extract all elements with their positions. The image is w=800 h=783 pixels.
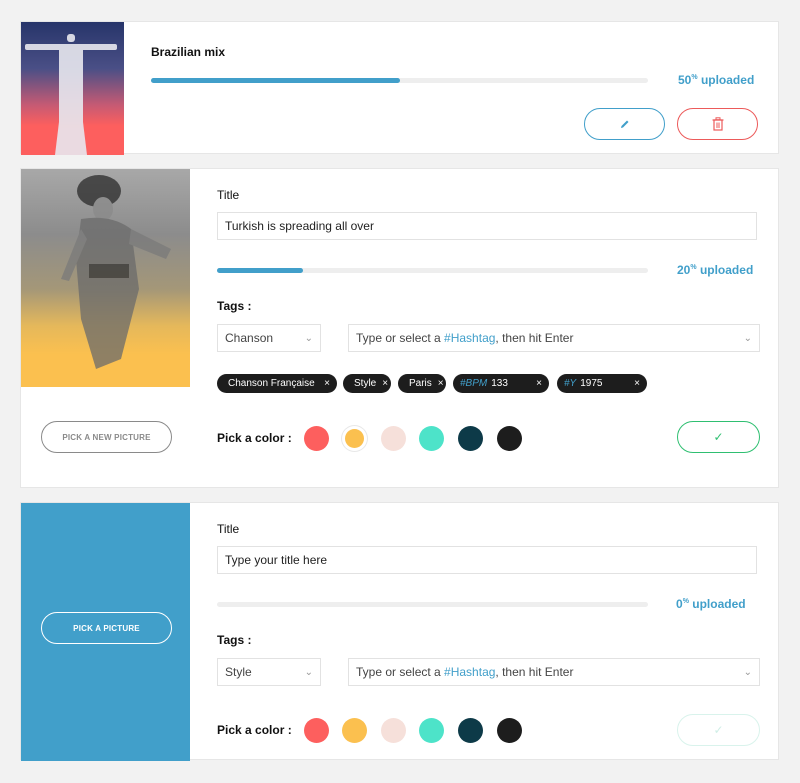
hashtag-placeholder: Type or select a #Hashtag, then hit Ente…	[356, 331, 574, 345]
color-swatch[interactable]	[345, 428, 365, 448]
upload-progress-bar	[217, 602, 648, 607]
remove-tag-icon[interactable]: ×	[324, 378, 330, 389]
upload-percent-text: 20% uploaded	[677, 263, 754, 277]
cover-image-christ-redeemer	[21, 22, 124, 155]
pick-color-label: Pick a color :	[217, 431, 292, 445]
upload-card-brazilian-mix: Brazilian mix 50% uploaded	[20, 21, 779, 155]
upload-percent-text: 0% uploaded	[676, 597, 746, 611]
delete-button[interactable]	[677, 108, 758, 140]
remove-tag-icon[interactable]: ×	[634, 378, 640, 389]
track-title: Brazilian mix	[151, 45, 226, 59]
tag-label: #BPM 133	[460, 378, 508, 389]
tags-label: Tags :	[217, 633, 252, 647]
category-value: Style	[225, 665, 252, 679]
chevron-down-icon: ⌄	[304, 332, 313, 344]
hashtag-input[interactable]: Type or select a #Hashtag, then hit Ente…	[348, 324, 760, 352]
tag-chip[interactable]: #Y 1975 ×	[557, 374, 647, 393]
pick-new-picture-button[interactable]: PICK A NEW PICTURE	[41, 421, 172, 453]
pick-picture-button[interactable]: PICK A PICTURE	[41, 612, 172, 644]
upload-percent-text: 50% uploaded	[678, 73, 755, 87]
edit-button[interactable]	[584, 108, 665, 140]
tag-chip[interactable]: Style ×	[343, 374, 391, 393]
color-swatch[interactable]	[496, 425, 522, 451]
color-swatch[interactable]	[303, 717, 329, 743]
tag-label: #Y 1975	[564, 378, 603, 389]
color-swatch[interactable]	[457, 425, 483, 451]
category-select[interactable]: Chanson ⌄	[217, 324, 321, 352]
tag-chip[interactable]: #BPM 133 ×	[453, 374, 549, 393]
color-swatch[interactable]	[342, 717, 368, 743]
confirm-button-disabled[interactable]: ✓	[677, 714, 760, 746]
hashtag-input[interactable]: Type or select a #Hashtag, then hit Ente…	[348, 658, 760, 686]
tag-chip[interactable]: Paris ×	[398, 374, 446, 393]
trash-icon	[712, 117, 723, 131]
upload-progress-bar	[151, 78, 648, 83]
title-input[interactable]: Turkish is spreading all over	[217, 212, 757, 240]
color-swatch[interactable]	[496, 717, 522, 743]
upload-progress-bar	[217, 268, 648, 273]
chevron-down-icon: ⌄	[743, 332, 752, 344]
title-input[interactable]: Type your title here	[217, 546, 757, 574]
title-label: Title	[217, 522, 240, 536]
category-select[interactable]: Style ⌄	[217, 658, 321, 686]
title-label: Title	[217, 188, 240, 202]
category-value: Chanson	[225, 331, 274, 345]
tag-label: Style	[354, 378, 377, 389]
remove-tag-icon[interactable]: ×	[382, 378, 388, 389]
confirm-button[interactable]: ✓	[677, 421, 760, 453]
color-swatch[interactable]	[380, 425, 406, 451]
color-swatch[interactable]	[380, 717, 406, 743]
tags-label: Tags :	[217, 299, 252, 313]
color-swatch[interactable]	[303, 425, 329, 451]
cover-image-beach-woman	[21, 169, 190, 387]
tag-chip[interactable]: Chanson Française ×	[217, 374, 337, 393]
color-swatch[interactable]	[419, 425, 445, 451]
pick-color-label: Pick a color :	[217, 723, 292, 737]
color-swatch[interactable]	[419, 717, 445, 743]
pencil-icon	[620, 120, 628, 128]
hashtag-placeholder: Type or select a #Hashtag, then hit Ente…	[356, 665, 574, 679]
chevron-down-icon: ⌄	[304, 666, 313, 678]
tag-label: Paris	[409, 378, 432, 389]
edit-card-turkish: PICK A NEW PICTURE Title Turkish is spre…	[20, 168, 779, 488]
remove-tag-icon[interactable]: ×	[438, 378, 444, 389]
color-swatch[interactable]	[457, 717, 483, 743]
chevron-down-icon: ⌄	[743, 666, 752, 678]
remove-tag-icon[interactable]: ×	[536, 378, 542, 389]
tag-label: Chanson Française	[228, 378, 315, 389]
new-upload-card: PICK A PICTURE Title Type your title her…	[20, 502, 779, 761]
